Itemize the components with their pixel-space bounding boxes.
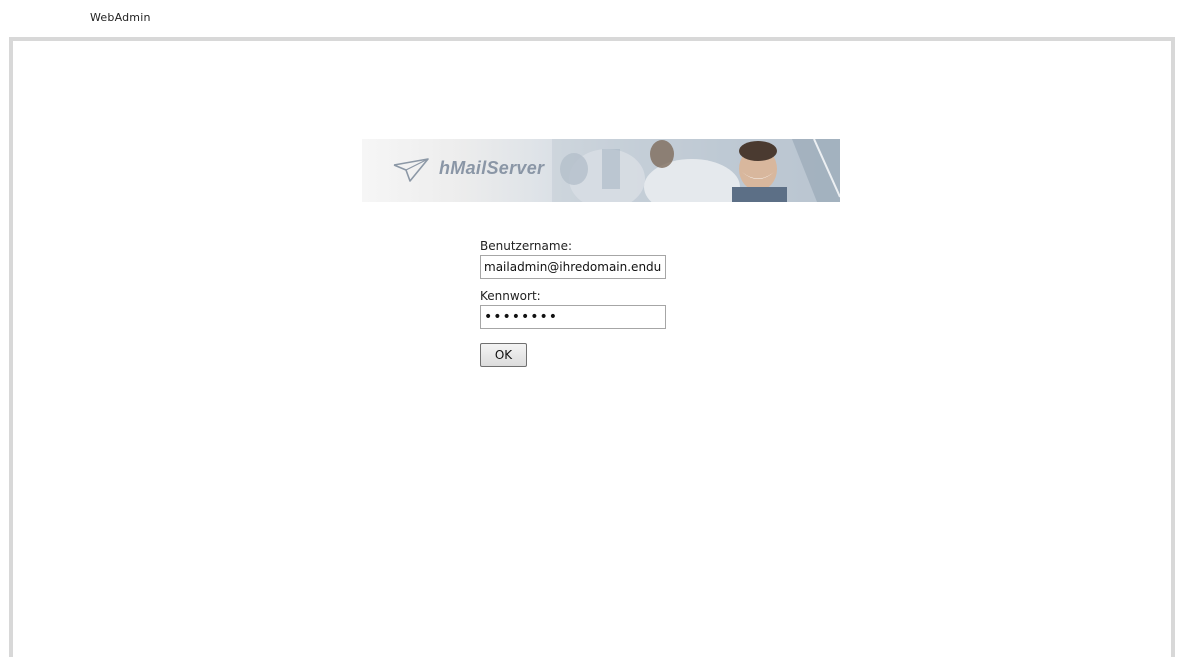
banner-photo-illustration [552, 139, 840, 202]
brand-name: hMailServer [439, 158, 545, 178]
password-input[interactable] [480, 305, 666, 329]
username-input[interactable] [480, 255, 666, 279]
paper-plane-icon [393, 158, 429, 182]
ok-button[interactable]: OK [480, 343, 527, 367]
main-panel: hMailServer Benutzername: Kennwort: OK [9, 37, 1175, 657]
password-label: Kennwort: [480, 289, 541, 303]
login-form: Benutzername: Kennwort: OK [480, 239, 666, 367]
hmailserver-banner: hMailServer [362, 139, 840, 202]
app-title: WebAdmin [90, 11, 151, 24]
username-label: Benutzername: [480, 239, 573, 253]
